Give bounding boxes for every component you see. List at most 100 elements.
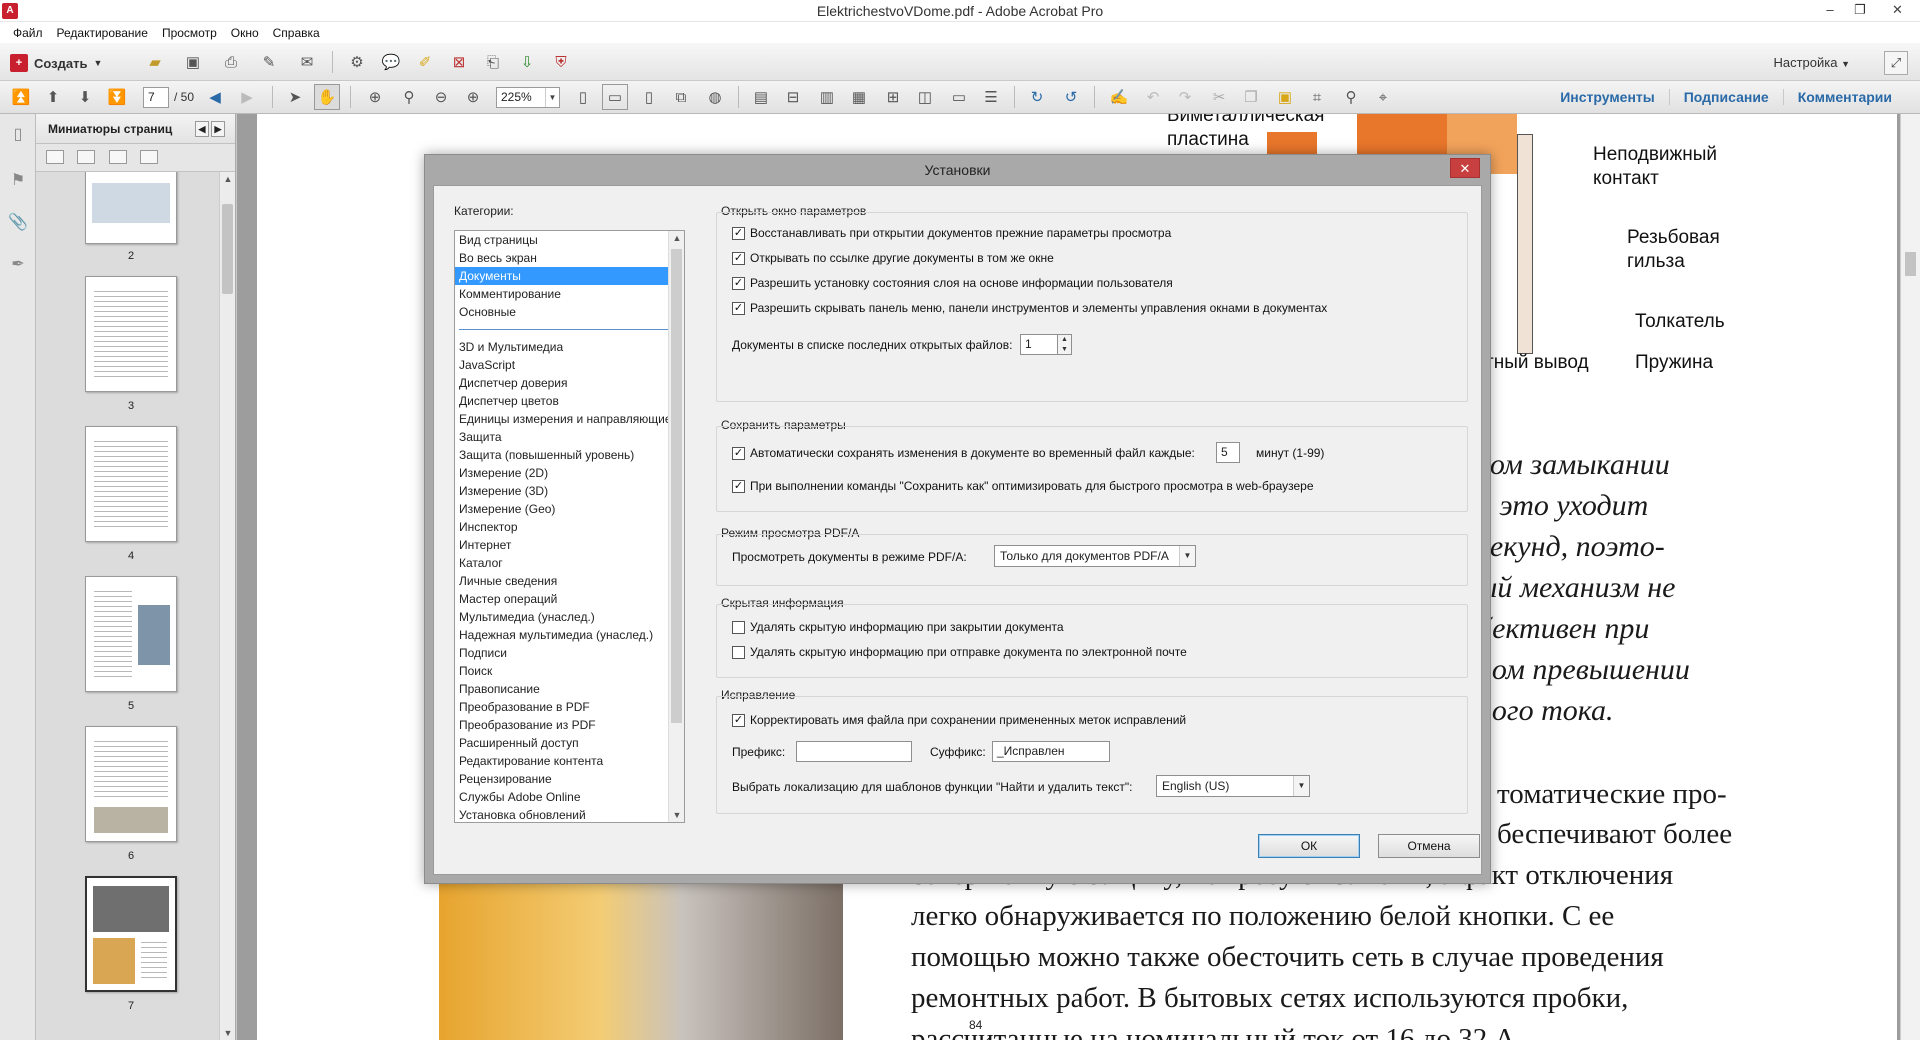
pdfa-mode-select[interactable]: Только для документов PDF/A ▼: [994, 545, 1196, 567]
zoom-in-icon[interactable]: ⊕: [460, 84, 486, 110]
layer-state-checkbox[interactable]: ✓ Разрешить установку состояния слоя на о…: [732, 276, 1173, 290]
collapse-panel-icon[interactable]: ◀: [195, 121, 209, 137]
categories-list[interactable]: Вид страницы Во весь экран Документы Ком…: [454, 230, 685, 823]
category-item[interactable]: Мастер операций: [455, 590, 684, 608]
monitor-icon[interactable]: ▭: [946, 84, 972, 110]
create-button[interactable]: + Создать ▼: [10, 51, 102, 75]
highlight-icon[interactable]: ✐: [412, 49, 438, 75]
delete-page-icon[interactable]: [140, 150, 159, 164]
attachment-icon[interactable]: 📎: [8, 212, 28, 232]
fit-page-icon[interactable]: ▭: [602, 84, 628, 110]
undo-icon[interactable]: ↶: [1140, 84, 1166, 110]
close-window-button[interactable]: ✕: [1875, 0, 1920, 22]
binoculars-icon[interactable]: ⌖: [1370, 84, 1396, 110]
next-page-icon[interactable]: ⬇: [72, 84, 98, 110]
expand-icon[interactable]: ⤢: [1884, 51, 1908, 75]
document-scrollbar[interactable]: [1900, 114, 1920, 1040]
remove-hidden-on-close-checkbox[interactable]: Удалять скрытую информацию при закрытии …: [732, 620, 1064, 634]
spinner-up-icon[interactable]: ▲: [1058, 335, 1071, 345]
hand-tool-icon[interactable]: ✋: [314, 84, 340, 110]
thumbnail-page[interactable]: [85, 172, 177, 244]
menu-window[interactable]: Окно: [224, 26, 266, 40]
gear-icon[interactable]: ⚙: [344, 49, 370, 75]
category-item-selected[interactable]: Документы: [455, 267, 684, 285]
category-item[interactable]: Установка обновлений: [455, 806, 684, 822]
close-icon[interactable]: ✕: [1450, 158, 1480, 178]
category-item[interactable]: Защита: [455, 428, 684, 446]
open-folder-icon[interactable]: ▰: [142, 49, 168, 75]
recent-files-input[interactable]: 1: [1020, 334, 1058, 355]
page-thumbnails-icon[interactable]: ▯: [8, 124, 28, 144]
menu-edit[interactable]: Редактирование: [50, 26, 155, 40]
category-item[interactable]: Преобразование из PDF: [455, 716, 684, 734]
scroll-up-icon[interactable]: ▲: [220, 174, 236, 184]
scrollbar-thumb[interactable]: [222, 204, 233, 294]
read-mode-icon[interactable]: ◍: [702, 84, 728, 110]
signature-icon[interactable]: ✒: [8, 254, 28, 274]
zoom-out-icon[interactable]: ⊖: [428, 84, 454, 110]
zoom-select[interactable]: 225% ▼: [496, 87, 560, 108]
maximize-button[interactable]: ❐: [1845, 0, 1875, 22]
scroll-up-icon[interactable]: ▲: [669, 233, 684, 243]
scroll-page-icon[interactable]: ⊟: [780, 84, 806, 110]
redact-icon[interactable]: ⊠: [446, 49, 472, 75]
split-icon[interactable]: ⊞: [880, 84, 906, 110]
adjust-filename-checkbox[interactable]: ✓ Корректировать имя файла при сохранении…: [732, 713, 1186, 727]
select-tool-icon[interactable]: ➤: [282, 84, 308, 110]
autosave-minutes-input[interactable]: 5: [1216, 442, 1240, 463]
thumbnail-page[interactable]: [85, 726, 177, 842]
scrollbar-thumb[interactable]: [1905, 252, 1916, 276]
two-page-icon[interactable]: ▥: [814, 84, 840, 110]
rotate-ccw-icon[interactable]: ↺: [1058, 84, 1084, 110]
thumbnail-page[interactable]: [85, 576, 177, 692]
page-number-input[interactable]: 7: [143, 87, 169, 108]
mail-icon[interactable]: ✉: [294, 49, 320, 75]
redo-icon[interactable]: ↷: [1172, 84, 1198, 110]
expand-panel-icon[interactable]: ▶: [211, 121, 225, 137]
prefix-input[interactable]: [796, 741, 912, 762]
locale-select[interactable]: English (US) ▼: [1156, 775, 1310, 797]
fit-width-icon[interactable]: ▯: [636, 84, 662, 110]
thumbnails-scrollbar[interactable]: ▲ ▼: [219, 172, 235, 1040]
scroll-down-icon[interactable]: ▼: [220, 1028, 236, 1038]
category-item[interactable]: Личные сведения: [455, 572, 684, 590]
restore-view-checkbox[interactable]: ✓ Восстанавливать при открытии документов…: [732, 226, 1171, 240]
category-item[interactable]: Расширенный доступ: [455, 734, 684, 752]
optimize-web-checkbox[interactable]: ✓ При выполнении команды "Сохранить как" …: [732, 479, 1314, 493]
thumbnail-page[interactable]: [85, 426, 177, 542]
dynamic-zoom-icon[interactable]: ⚲: [396, 84, 422, 110]
cancel-button[interactable]: Отмена: [1378, 834, 1480, 858]
category-item[interactable]: Вид страницы: [455, 231, 684, 249]
forward-icon[interactable]: ▶: [234, 84, 260, 110]
snapshot-icon[interactable]: ⌗: [1304, 84, 1330, 110]
actual-size-icon[interactable]: ▯: [570, 84, 596, 110]
customize-menu[interactable]: Настройка ▼: [1773, 55, 1850, 70]
scroll-down-icon[interactable]: ▼: [669, 810, 684, 820]
category-item[interactable]: Преобразование в PDF: [455, 698, 684, 716]
same-window-checkbox[interactable]: ✓ Открывать по ссылке другие документы в …: [732, 251, 1054, 265]
category-item[interactable]: Мультимедиа (унаслед.): [455, 608, 684, 626]
single-page-icon[interactable]: ▤: [748, 84, 774, 110]
save-icon[interactable]: ▣: [180, 49, 206, 75]
ok-button[interactable]: ОК: [1258, 834, 1360, 858]
category-item[interactable]: Диспетчер цветов: [455, 392, 684, 410]
category-item[interactable]: Основные: [455, 303, 684, 321]
category-item[interactable]: Службы Adobe Online: [455, 788, 684, 806]
category-item[interactable]: Правописание: [455, 680, 684, 698]
menu-file[interactable]: Файл: [6, 26, 50, 40]
suffix-input[interactable]: _Исправлен: [992, 741, 1110, 762]
category-item[interactable]: Комментирование: [455, 285, 684, 303]
paste-icon[interactable]: ▣: [1272, 84, 1298, 110]
prev-page-icon[interactable]: ⬆: [40, 84, 66, 110]
rotate-cw-icon[interactable]: ↻: [1024, 84, 1050, 110]
scrollbar-thumb[interactable]: [671, 249, 682, 723]
category-item[interactable]: Единицы измерения и направляющие: [455, 410, 684, 428]
insert-page-icon[interactable]: [77, 150, 96, 164]
categories-scrollbar[interactable]: ▲ ▼: [668, 231, 684, 822]
category-item[interactable]: JavaScript: [455, 356, 684, 374]
category-item[interactable]: Защита (повышенный уровень): [455, 446, 684, 464]
hide-menubar-checkbox[interactable]: ✓ Разрешить скрывать панель меню, панели …: [732, 301, 1327, 315]
back-icon[interactable]: ◀: [202, 84, 228, 110]
sign-icon[interactable]: ✍: [1106, 84, 1132, 110]
options-icon[interactable]: [46, 150, 64, 164]
